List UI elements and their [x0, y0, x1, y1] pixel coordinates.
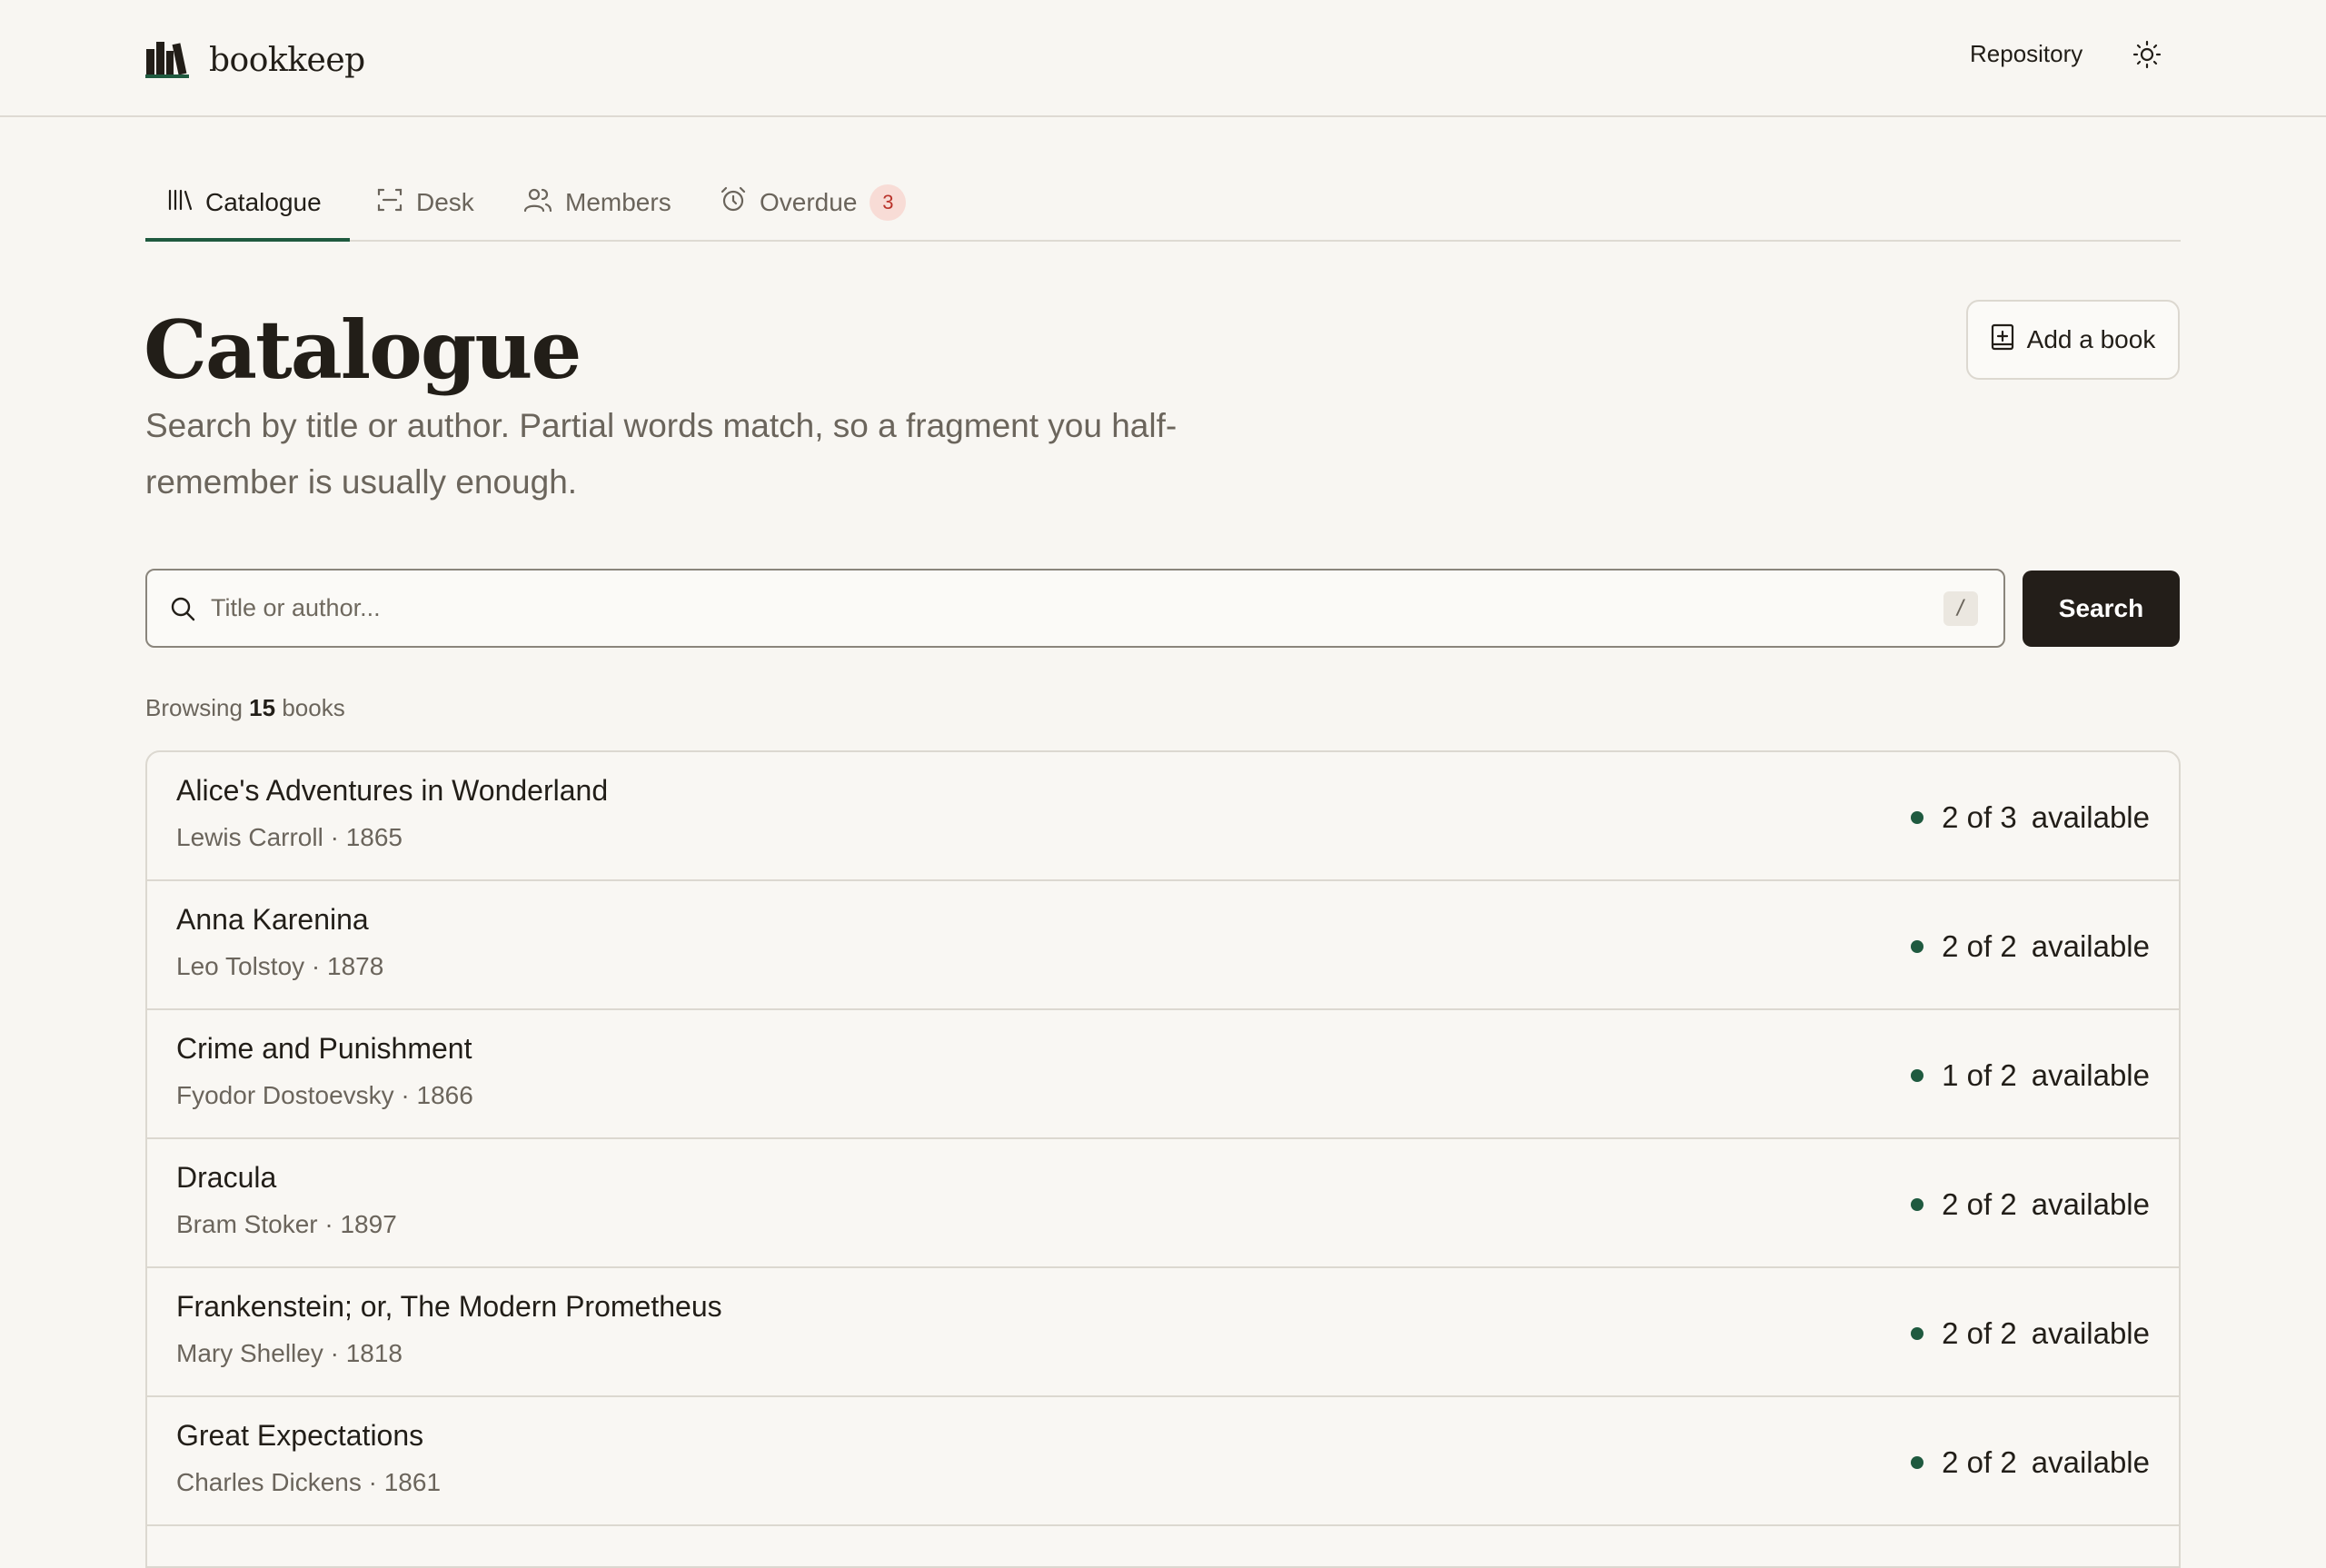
- availability-label: available: [2031, 1445, 2150, 1479]
- theme-toggle-button[interactable]: [2130, 39, 2164, 74]
- browsing-count: Browsing 15 books: [145, 694, 345, 722]
- book-list: Alice's Adventures in Wonderland Lewis C…: [145, 750, 2181, 1568]
- availability-count: 2 of 2: [1942, 1445, 2017, 1479]
- book-meta: Charles Dickens · 1861: [176, 1468, 442, 1496]
- availability-label: available: [2031, 1187, 2150, 1221]
- tab-label: Overdue: [760, 188, 858, 216]
- list-item[interactable]: Alice's Adventures in Wonderland Lewis C…: [147, 752, 2179, 881]
- tab-desk[interactable]: Desk: [376, 164, 474, 242]
- status-dot: [1911, 1456, 1924, 1469]
- tab-label: Members: [565, 188, 671, 216]
- book-meta: Leo Tolstoy · 1878: [176, 952, 384, 980]
- availability-label: available: [2031, 1058, 2150, 1092]
- book-plus-icon: [1991, 323, 2014, 357]
- sun-icon: [2132, 40, 2162, 74]
- availability-label: available: [2031, 1316, 2150, 1350]
- page-title: Catalogue: [144, 303, 582, 397]
- status-dot: [1911, 1069, 1924, 1082]
- availability-count: 2 of 2: [1942, 1187, 2017, 1221]
- availability: 2 of 2 available: [1911, 1186, 2150, 1223]
- add-book-label: Add a book: [2026, 325, 2156, 353]
- list-item[interactable]: Great Expectations Charles Dickens · 186…: [147, 1397, 2179, 1526]
- search-icon: [169, 595, 196, 622]
- status-dot: [1911, 811, 1924, 824]
- tab-label: Desk: [416, 188, 474, 216]
- library-icon: [167, 188, 193, 218]
- brand-name: bookkeep: [209, 41, 365, 79]
- availability-label: available: [2031, 800, 2150, 834]
- status-dot: [1911, 1198, 1924, 1211]
- overdue-count-badge: 3: [870, 184, 907, 221]
- main-tabs: Catalogue Desk Members Overdue 3: [145, 164, 2181, 242]
- availability-count: 1 of 2: [1942, 1058, 2017, 1092]
- availability: 2 of 3 available: [1911, 799, 2150, 836]
- tab-members[interactable]: Members: [523, 164, 671, 242]
- book-title: Great Expectations: [176, 1419, 424, 1452]
- availability-count: 2 of 2: [1942, 929, 2017, 963]
- users-icon: [523, 186, 552, 220]
- book-title: Alice's Adventures in Wonderland: [176, 774, 609, 807]
- active-tab-indicator: [145, 238, 350, 242]
- book-meta: Fyodor Dostoevsky · 1866: [176, 1081, 473, 1109]
- list-item[interactable]: Anna Karenina Leo Tolstoy · 1878 2 of 2 …: [147, 881, 2179, 1010]
- book-title: Crime and Punishment: [176, 1032, 472, 1065]
- availability-count: 2 of 3: [1942, 800, 2017, 834]
- availability: 2 of 2 available: [1911, 928, 2150, 965]
- availability: 2 of 2 available: [1911, 1315, 2150, 1352]
- search-input[interactable]: [211, 581, 1943, 636]
- repository-link[interactable]: Repository: [1970, 40, 2082, 68]
- page-description: Search by title or author. Partial words…: [145, 407, 1178, 501]
- tab-label: Catalogue: [205, 188, 322, 216]
- list-item[interactable]: Frankenstein; or, The Modern Prometheus …: [147, 1268, 2179, 1397]
- availability-count: 2 of 2: [1942, 1316, 2017, 1350]
- search-field[interactable]: /: [145, 569, 2005, 648]
- browsing-prefix: Browsing: [145, 694, 243, 721]
- book-title: Dracula: [176, 1161, 277, 1194]
- tab-overdue[interactable]: Overdue 3: [720, 164, 907, 242]
- keyboard-shortcut-hint: /: [1943, 590, 1978, 626]
- book-title: Anna Karenina: [176, 903, 369, 936]
- book-meta: Mary Shelley · 1818: [176, 1339, 403, 1367]
- books-logo-icon: [145, 38, 189, 83]
- browsing-number: 15: [249, 694, 276, 721]
- brand[interactable]: bookkeep: [145, 38, 365, 82]
- scan-icon: [376, 186, 403, 220]
- alarm-clock-icon: [720, 186, 747, 220]
- list-item[interactable]: Dracula Bram Stoker · 1897 2 of 2 availa…: [147, 1139, 2179, 1268]
- tab-catalogue[interactable]: Catalogue: [167, 164, 322, 242]
- availability: 1 of 2 available: [1911, 1057, 2150, 1094]
- availability: 2 of 2 available: [1911, 1444, 2150, 1481]
- top-header: bookkeep Repository: [0, 0, 2326, 117]
- search-button[interactable]: Search: [2023, 571, 2180, 647]
- book-title: Frankenstein; or, The Modern Prometheus: [176, 1290, 722, 1323]
- browsing-suffix: books: [282, 694, 345, 721]
- list-item[interactable]: Crime and Punishment Fyodor Dostoevsky ·…: [147, 1010, 2179, 1139]
- status-dot: [1911, 1327, 1924, 1340]
- availability-label: available: [2031, 929, 2150, 963]
- book-meta: Lewis Carroll · 1865: [176, 823, 403, 851]
- book-meta: Bram Stoker · 1897: [176, 1210, 397, 1238]
- status-dot: [1911, 940, 1924, 953]
- add-book-button[interactable]: Add a book: [1966, 300, 2180, 380]
